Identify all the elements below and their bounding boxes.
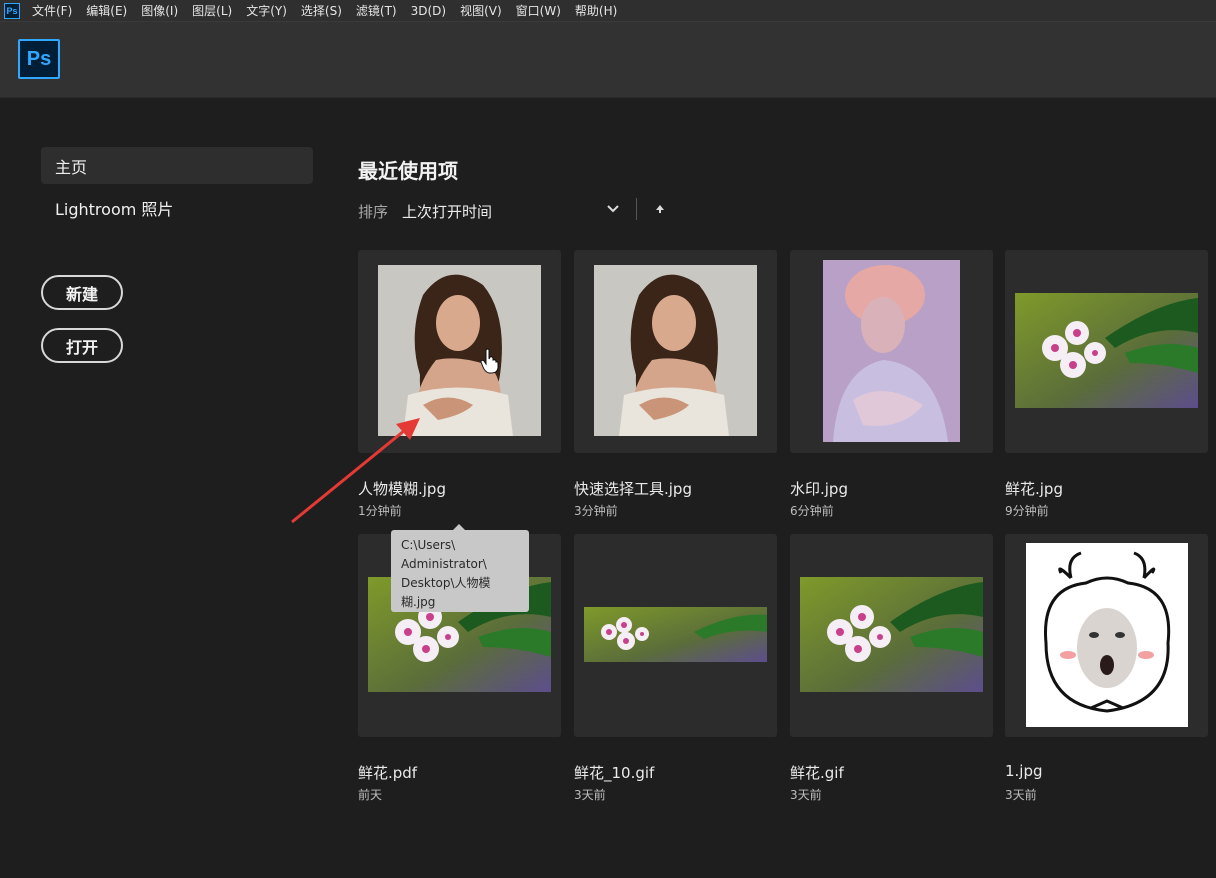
file-name[interactable]: 鲜花.pdf xyxy=(358,762,417,783)
sort-label: 排序 xyxy=(358,203,389,221)
home-header: Ps xyxy=(0,22,1216,98)
tooltip-line: Desktop\人物模 xyxy=(401,576,491,590)
menu-view[interactable]: 视图(V) xyxy=(460,2,502,19)
flower-thumbnail xyxy=(800,577,983,692)
menu-select[interactable]: 选择(S) xyxy=(301,2,342,19)
recent-files-title: 最近使用项 xyxy=(358,159,458,183)
file-path-tooltip: C:\Users\ Administrator\ Desktop\人物模 糊.j… xyxy=(391,524,529,612)
tooltip-line: 糊.jpg xyxy=(401,595,436,609)
flower-thumbnail xyxy=(584,607,767,662)
meme-thumbnail xyxy=(1026,543,1188,727)
file-modified-time: 前天 xyxy=(358,788,383,802)
file-name[interactable]: 鲜花_10.gif xyxy=(574,762,654,783)
file-name[interactable]: 鲜花.jpg xyxy=(1005,478,1063,499)
menu-window[interactable]: 窗口(W) xyxy=(516,2,561,19)
menu-file[interactable]: 文件(F) xyxy=(32,2,72,19)
portrait-thumbnail xyxy=(594,265,757,436)
sort-ascending-icon[interactable] xyxy=(652,200,668,218)
sidebar-item-home[interactable]: 主页 xyxy=(41,147,313,184)
file-modified-time: 9分钟前 xyxy=(1005,504,1049,518)
tooltip-arrow xyxy=(453,524,465,530)
sort-dropdown[interactable]: 上次打开时间 xyxy=(402,201,492,222)
sidebar-item-lightroom-photos[interactable]: Lightroom 照片 xyxy=(41,189,313,226)
open-button[interactable]: 打开 xyxy=(41,328,123,363)
photoshop-logo: Ps xyxy=(18,39,60,79)
sidebar-item-label: 主页 xyxy=(55,157,88,177)
menu-3d[interactable]: 3D(D) xyxy=(411,4,446,18)
file-name[interactable]: 1.jpg xyxy=(1005,762,1043,780)
photoshop-app-icon[interactable]: Ps xyxy=(4,2,20,19)
file-modified-time: 3天前 xyxy=(790,788,822,802)
annotation-arrow-icon xyxy=(291,418,420,524)
recent-file-card[interactable] xyxy=(574,250,777,453)
file-name[interactable]: 鲜花.gif xyxy=(790,762,844,783)
menu-bar: Ps 文件(F) 编辑(E) 图像(I) 图层(L) 文字(Y) 选择(S) 滤… xyxy=(0,0,1216,22)
file-name[interactable]: 快速选择工具.jpg xyxy=(574,478,692,499)
file-modified-time: 3天前 xyxy=(574,788,606,802)
recent-file-card[interactable] xyxy=(1005,250,1208,453)
menu-help[interactable]: 帮助(H) xyxy=(575,2,617,19)
file-modified-time: 6分钟前 xyxy=(790,504,834,518)
sidebar-item-label: Lightroom 照片 xyxy=(55,199,174,219)
flower-thumbnail xyxy=(1015,293,1198,408)
menu-type[interactable]: 文字(Y) xyxy=(246,2,287,19)
tooltip-line: Administrator\ xyxy=(401,557,487,571)
recent-file-card[interactable] xyxy=(790,250,993,453)
file-modified-time: 3分钟前 xyxy=(574,504,618,518)
chevron-down-icon[interactable] xyxy=(604,200,622,218)
sort-divider xyxy=(636,198,637,220)
new-button[interactable]: 新建 xyxy=(41,275,123,310)
tooltip-line: C:\Users\ xyxy=(401,538,456,552)
menu-filter[interactable]: 滤镜(T) xyxy=(356,2,397,19)
file-name[interactable]: 水印.jpg xyxy=(790,478,848,499)
menu-layer[interactable]: 图层(L) xyxy=(192,2,232,19)
file-modified-time: 3天前 xyxy=(1005,788,1037,802)
recent-file-card[interactable] xyxy=(1005,534,1208,737)
hand-cursor-icon xyxy=(480,348,499,374)
recent-file-card[interactable] xyxy=(574,534,777,737)
menu-edit[interactable]: 编辑(E) xyxy=(86,2,127,19)
painting-thumbnail xyxy=(823,260,960,442)
recent-file-card[interactable] xyxy=(790,534,993,737)
menu-image[interactable]: 图像(I) xyxy=(141,2,178,19)
